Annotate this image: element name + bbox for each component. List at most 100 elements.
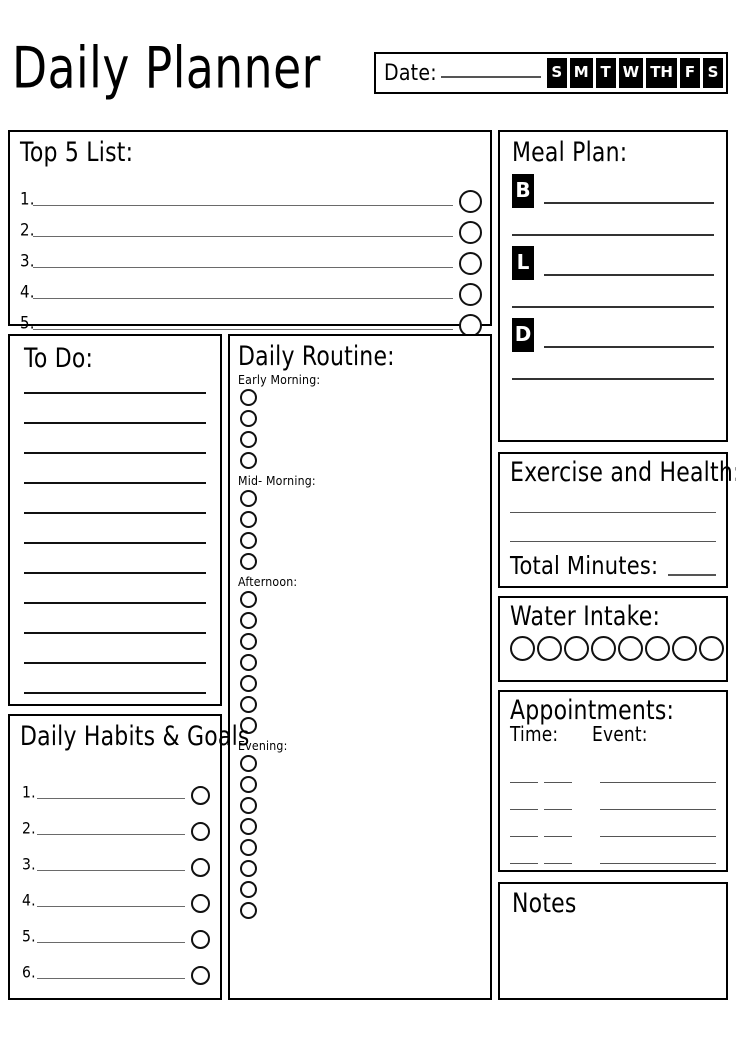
to-do-write-line[interactable] (24, 572, 206, 574)
daily-habits-goals-number: 1. (22, 783, 36, 802)
daily-routine-checkbox[interactable] (240, 452, 257, 469)
daily-routine-checkbox[interactable] (240, 612, 257, 629)
daily-routine-checkbox[interactable] (240, 839, 257, 856)
daily-routine-checkbox[interactable] (240, 532, 257, 549)
appointments-time-segment[interactable] (544, 782, 572, 783)
exercise-health-write-line[interactable] (510, 541, 716, 542)
day-badge-s-6[interactable]: S (703, 58, 723, 88)
daily-routine-checkbox[interactable] (240, 431, 257, 448)
to-do-write-line[interactable] (24, 392, 206, 394)
water-intake-glass[interactable] (672, 636, 697, 661)
daily-routine-checkbox[interactable] (240, 818, 257, 835)
daily-routine-checkbox[interactable] (240, 389, 257, 406)
daily-habits-goals-checkbox[interactable] (191, 966, 210, 985)
appointments-time-segment[interactable] (510, 863, 538, 864)
water-intake-glass[interactable] (618, 636, 643, 661)
to-do-write-line[interactable] (24, 542, 206, 544)
to-do-write-line[interactable] (24, 512, 206, 514)
day-badge-f-5[interactable]: F (680, 58, 700, 88)
day-badge-m-1[interactable]: M (569, 58, 593, 88)
daily-routine-checkbox[interactable] (240, 776, 257, 793)
to-do-write-line[interactable] (24, 422, 206, 424)
appointments-time-segment[interactable] (510, 809, 538, 810)
water-intake-glass[interactable] (645, 636, 670, 661)
daily-routine-checkbox[interactable] (240, 410, 257, 427)
daily-habits-goals-write-line[interactable] (37, 906, 185, 907)
meal-plan-write-line[interactable] (544, 202, 714, 204)
appointments-event-line[interactable] (600, 836, 716, 837)
daily-habits-goals-write-line[interactable] (37, 978, 185, 979)
daily-routine-group-label: Evening: (238, 738, 288, 754)
top-5-list-write-line[interactable] (33, 205, 453, 206)
daily-habits-goals-write-line[interactable] (37, 834, 185, 835)
water-intake-glass[interactable] (510, 636, 535, 661)
appointments-panel: Appointments: Time: Event: (498, 690, 728, 872)
water-intake-glass[interactable] (537, 636, 562, 661)
daily-routine-checkbox[interactable] (240, 797, 257, 814)
daily-habits-goals-row: 4. (22, 874, 210, 913)
appointments-time-segment[interactable] (510, 836, 538, 837)
daily-routine-checkbox[interactable] (240, 553, 257, 570)
meal-plan-badge-b: B (512, 174, 534, 208)
daily-routine-checkbox[interactable] (240, 591, 257, 608)
to-do-write-line[interactable] (24, 632, 206, 634)
meal-plan-badge-row: D (512, 318, 714, 352)
daily-habits-goals-rows: 1. 2. 3. 4. 5. 6. (22, 766, 210, 985)
appointments-time-segment[interactable] (544, 863, 572, 864)
appointments-time-segment[interactable] (510, 782, 538, 783)
daily-routine-checkbox[interactable] (240, 860, 257, 877)
to-do-write-line[interactable] (24, 452, 206, 454)
daily-routine-checkbox[interactable] (240, 490, 257, 507)
top-5-list-row: 4. (20, 271, 482, 306)
appointments-time-segment[interactable] (544, 836, 572, 837)
daily-routine-checkbox[interactable] (240, 755, 257, 772)
appointments-time-segment[interactable] (544, 809, 572, 810)
appointments-event-line[interactable] (600, 809, 716, 810)
daily-routine-checkbox[interactable] (240, 633, 257, 650)
daily-routine-checkbox[interactable] (240, 696, 257, 713)
day-badge-th-4[interactable]: TH (646, 58, 677, 88)
top-5-list-row: 1. (20, 178, 482, 213)
water-intake-glass[interactable] (564, 636, 589, 661)
daily-routine-checkbox[interactable] (240, 881, 257, 898)
appointments-event-line[interactable] (600, 782, 716, 783)
daily-habits-goals-row: 2. (22, 802, 210, 841)
meal-plan-write-line-extra[interactable] (512, 378, 714, 380)
daily-routine-checkbox[interactable] (240, 654, 257, 671)
meal-plan-block: B (512, 174, 714, 236)
to-do-write-line[interactable] (24, 662, 206, 664)
daily-routine-checkbox[interactable] (240, 675, 257, 692)
daily-habits-goals-write-line[interactable] (37, 870, 185, 871)
water-intake-glass[interactable] (591, 636, 616, 661)
date-write-line[interactable] (440, 75, 541, 78)
daily-planner-page: Daily Planner Date: S M T W TH F S Top 5 List:… (0, 0, 736, 1039)
appointments-event-line[interactable] (600, 863, 716, 864)
to-do-write-line[interactable] (24, 602, 206, 604)
day-badge-s-0[interactable]: S (546, 58, 567, 88)
appointments-time-cell (510, 836, 592, 840)
top-5-list-write-line[interactable] (33, 298, 453, 299)
meal-plan-write-line-extra[interactable] (512, 234, 714, 236)
daily-routine-checkbox[interactable] (240, 511, 257, 528)
day-badge-t-2[interactable]: T (595, 58, 616, 88)
meal-plan-write-line-extra[interactable] (512, 306, 714, 308)
exercise-health-write-line[interactable] (510, 512, 716, 513)
meal-plan-write-line[interactable] (544, 274, 714, 276)
meal-plan-badge-d: D (512, 318, 534, 352)
day-of-week-selector[interactable]: S M T W TH F S (546, 58, 723, 88)
daily-habits-goals-write-line[interactable] (37, 798, 185, 799)
to-do-write-line[interactable] (24, 482, 206, 484)
to-do-write-line[interactable] (24, 692, 206, 694)
water-intake-glass[interactable] (699, 636, 724, 661)
top-5-list-write-line[interactable] (33, 329, 453, 330)
total-minutes-input-line[interactable] (668, 574, 716, 576)
daily-habits-goals-write-line[interactable] (37, 942, 185, 943)
meal-plan-write-line[interactable] (544, 346, 714, 348)
date-field-box[interactable]: Date: S M T W TH F S (374, 52, 728, 94)
daily-habits-goals-row: 3. (22, 838, 210, 877)
top-5-list-write-line[interactable] (33, 236, 453, 237)
top-5-list-write-line[interactable] (33, 267, 453, 268)
daily-routine-checkbox[interactable] (240, 902, 257, 919)
day-badge-w-3[interactable]: W (618, 58, 644, 88)
exercise-health-title: Exercise and Health: (510, 458, 736, 488)
